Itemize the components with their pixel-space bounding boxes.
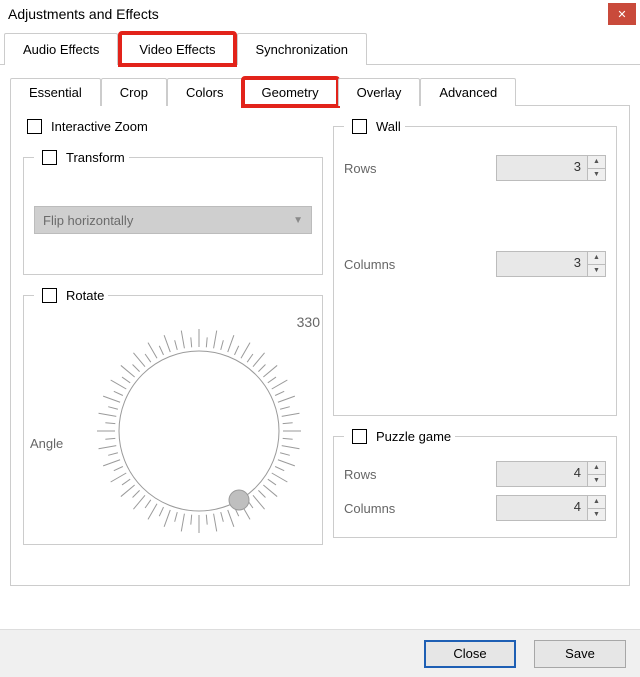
wall-cols-value: 3	[497, 252, 587, 276]
wall-rows-label: Rows	[344, 161, 377, 176]
puzzle-rows-value: 4	[497, 462, 587, 486]
wall-rows-up[interactable]: ▲	[588, 156, 605, 169]
geometry-right-column: Wall Rows 3 ▲ ▼ Columns	[333, 116, 617, 571]
puzzle-cols-value: 4	[497, 496, 587, 520]
puzzle-cols-up[interactable]: ▲	[588, 496, 605, 509]
tab-audio-effects[interactable]: Audio Effects	[4, 33, 118, 65]
wall-rows-row: Rows 3 ▲ ▼	[344, 155, 606, 181]
subtab-overlay[interactable]: Overlay	[338, 78, 421, 106]
wall-group: Wall Rows 3 ▲ ▼ Columns	[333, 116, 617, 416]
subtab-colors[interactable]: Colors	[167, 78, 243, 106]
rotate-group: Rotate Angle (function(){	[23, 285, 323, 545]
video-effects-panel: Essential Crop Colors Geometry Overlay A…	[0, 65, 640, 596]
transform-label: Transform	[66, 150, 125, 165]
interactive-zoom-label: Interactive Zoom	[51, 119, 148, 134]
interactive-zoom-checkbox[interactable]	[27, 119, 42, 134]
wall-label: Wall	[376, 119, 401, 134]
puzzle-legend: Puzzle game	[344, 426, 455, 447]
rotate-label: Rotate	[66, 288, 104, 303]
main-tab-bar: Audio Effects Video Effects Synchronizat…	[0, 28, 640, 65]
puzzle-rows-label: Rows	[344, 467, 377, 482]
wall-legend: Wall	[344, 116, 405, 137]
puzzle-rows-row: Rows 4 ▲ ▼	[344, 461, 606, 487]
puzzle-rows-up[interactable]: ▲	[588, 462, 605, 475]
close-button[interactable]: Close	[424, 640, 516, 668]
wall-rows-value: 3	[497, 156, 587, 180]
wall-rows-spinner[interactable]: 3 ▲ ▼	[496, 155, 606, 181]
window-title: Adjustments and Effects	[8, 6, 159, 22]
puzzle-group: Puzzle game Rows 4 ▲ ▼ Columns	[333, 426, 617, 538]
save-button[interactable]: Save	[534, 640, 626, 668]
sub-tab-bar: Essential Crop Colors Geometry Overlay A…	[10, 77, 630, 106]
puzzle-cols-label: Columns	[344, 501, 395, 516]
puzzle-rows-down[interactable]: ▼	[588, 475, 605, 487]
geometry-left-column: Interactive Zoom Transform Flip horizont…	[23, 116, 323, 571]
wall-checkbox[interactable]	[352, 119, 367, 134]
subtab-advanced[interactable]: Advanced	[420, 78, 516, 106]
wall-cols-down[interactable]: ▼	[588, 265, 605, 277]
puzzle-label: Puzzle game	[376, 429, 451, 444]
transform-checkbox[interactable]	[42, 150, 57, 165]
wall-cols-label: Columns	[344, 257, 395, 272]
wall-cols-row: Columns 3 ▲ ▼	[344, 251, 606, 277]
tab-synchronization[interactable]: Synchronization	[237, 33, 368, 65]
wall-cols-spinner[interactable]: 3 ▲ ▼	[496, 251, 606, 277]
subtab-crop[interactable]: Crop	[101, 78, 167, 106]
rotate-checkbox[interactable]	[42, 288, 57, 303]
puzzle-cols-down[interactable]: ▼	[588, 509, 605, 521]
close-icon: ✕	[617, 8, 626, 21]
transform-legend: Transform	[34, 147, 129, 168]
puzzle-cols-spinner[interactable]: 4 ▲ ▼	[496, 495, 606, 521]
puzzle-rows-spinner[interactable]: 4 ▲ ▼	[496, 461, 606, 487]
angle-value: 330	[297, 314, 320, 330]
transform-select-value: Flip horizontally	[43, 213, 133, 228]
subtab-essential[interactable]: Essential	[10, 78, 101, 106]
geometry-content: Interactive Zoom Transform Flip horizont…	[10, 106, 630, 586]
transform-select[interactable]: Flip horizontally ▼	[34, 206, 312, 234]
wall-cols-up[interactable]: ▲	[588, 252, 605, 265]
puzzle-cols-row: Columns 4 ▲ ▼	[344, 495, 606, 521]
dialog-footer: Close Save	[0, 629, 640, 677]
angle-dial[interactable]: (function(){ var g = document.getElement…	[84, 316, 314, 549]
rotate-legend: Rotate	[34, 285, 108, 306]
angle-label: Angle	[30, 436, 63, 451]
interactive-zoom-row: Interactive Zoom	[23, 116, 323, 137]
subtab-geometry[interactable]: Geometry	[243, 78, 338, 106]
transform-group: Transform Flip horizontally ▼	[23, 147, 323, 275]
window-close-button[interactable]: ✕	[608, 3, 636, 25]
wall-rows-down[interactable]: ▼	[588, 169, 605, 181]
tab-video-effects[interactable]: Video Effects	[120, 33, 234, 65]
titlebar: Adjustments and Effects ✕	[0, 0, 640, 28]
puzzle-checkbox[interactable]	[352, 429, 367, 444]
chevron-down-icon: ▼	[293, 215, 303, 226]
